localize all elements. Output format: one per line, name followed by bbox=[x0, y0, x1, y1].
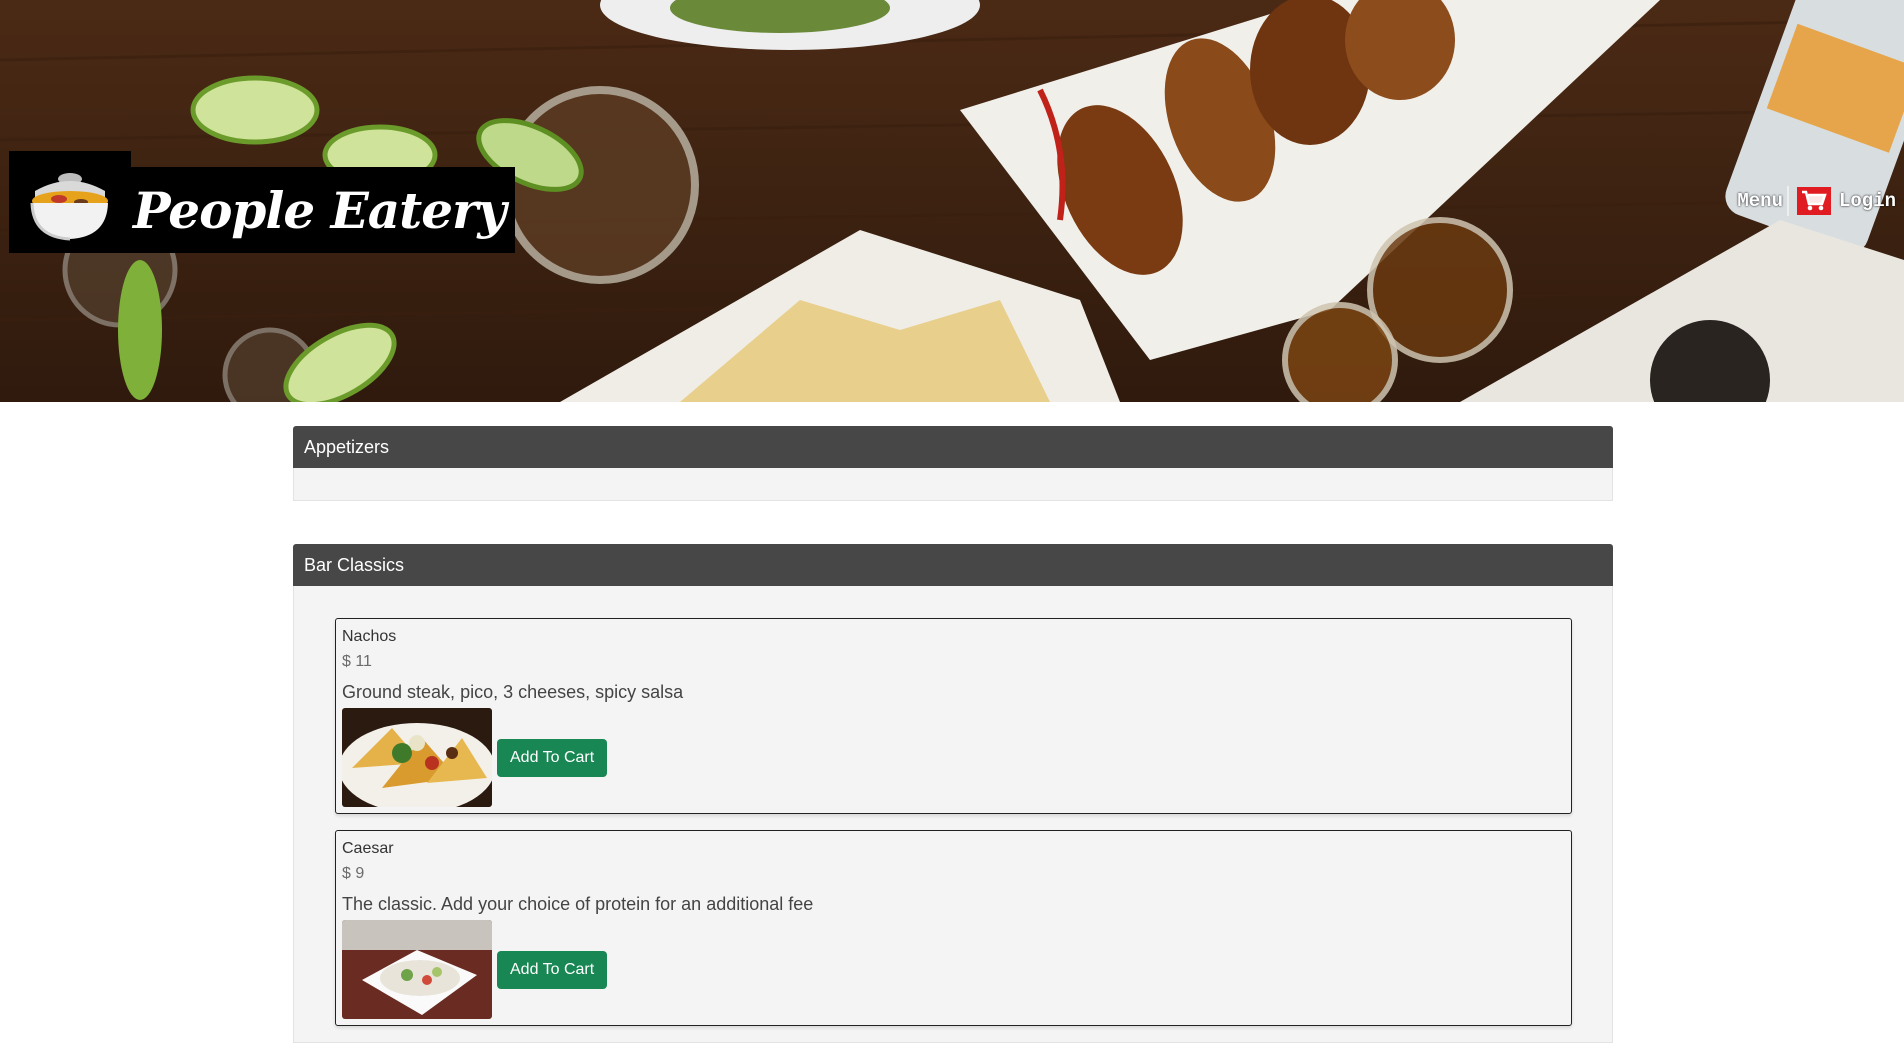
menu-container: Appetizers Bar Classics Nachos $ 11 Grou… bbox=[293, 426, 1613, 1043]
soup-bowl-icon bbox=[9, 151, 131, 253]
add-to-cart-button[interactable]: Add To Cart bbox=[497, 738, 608, 777]
menu-item-card: Caesar $ 9 The classic. Add your choice … bbox=[335, 830, 1572, 1026]
menu-item-card: Nachos $ 11 Ground steak, pico, 3 cheese… bbox=[335, 618, 1572, 814]
category-body: Nachos $ 11 Ground steak, pico, 3 cheese… bbox=[293, 586, 1613, 1043]
hero-banner: People Eatery Menu Login bbox=[0, 0, 1904, 402]
shopping-cart-icon[interactable] bbox=[1796, 187, 1831, 215]
top-nav: Menu Login bbox=[1737, 186, 1896, 216]
item-description: Ground steak, pico, 3 cheeses, spicy sal… bbox=[342, 682, 684, 702]
category-header[interactable]: Bar Classics bbox=[293, 544, 1613, 586]
item-name: Caesar bbox=[342, 840, 394, 857]
brand-logo[interactable]: People Eatery bbox=[9, 150, 516, 253]
category-bar-classics: Bar Classics Nachos $ 11 Ground steak, p… bbox=[293, 544, 1613, 1043]
nav-divider bbox=[1786, 186, 1789, 216]
add-to-cart-button[interactable]: Add To Cart bbox=[497, 950, 608, 989]
item-name: Nachos bbox=[342, 628, 397, 645]
item-price: $ 9 bbox=[342, 865, 365, 882]
category-header[interactable]: Appetizers bbox=[293, 426, 1613, 468]
nav-login-link[interactable]: Login bbox=[1839, 190, 1896, 212]
item-description: The classic. Add your choice of protein … bbox=[342, 894, 814, 914]
nav-menu-link[interactable]: Menu bbox=[1737, 190, 1783, 212]
category-body bbox=[293, 468, 1613, 501]
category-appetizers: Appetizers bbox=[293, 426, 1613, 501]
item-price: $ 11 bbox=[342, 653, 372, 670]
nachos-photo bbox=[342, 708, 492, 807]
brand-name: People Eatery bbox=[133, 180, 506, 240]
